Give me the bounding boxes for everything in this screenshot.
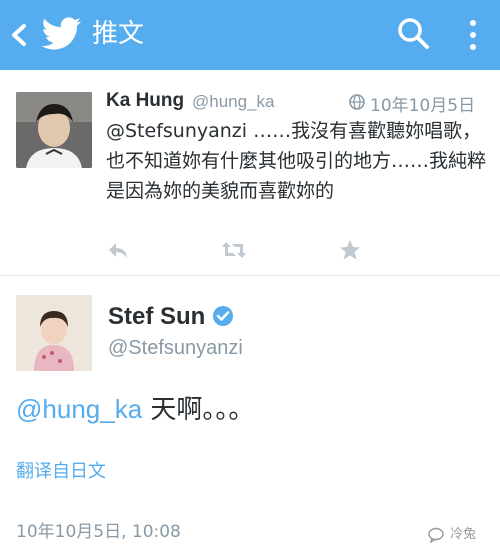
author-handle[interactable]: @hung_ka [192,92,275,112]
app-header: 推文 [0,0,500,70]
tweet-text: @hung_ka 天啊。。。 [16,391,254,428]
translate-link[interactable]: 翻译自日文 [16,457,106,483]
more-vertical-icon[interactable] [460,16,486,54]
twitter-bird-icon [41,16,82,52]
page-title: 推文 [92,19,145,49]
main-tweet: Stef Sun @Stefsunyanzi @hung_ka 天啊。。。 翻译… [0,277,500,556]
watermark-text: 冷兔 [450,527,477,542]
verified-badge-icon [212,305,234,327]
tweet-date: 10年10月5日 [370,96,476,116]
favorite-icon[interactable] [338,238,362,262]
author-name[interactable]: Ka Hung [106,90,184,112]
mention-link[interactable]: @hung_ka [16,394,142,424]
reply-tweet[interactable]: Ka Hung @hung_ka 10年10月5日 @Stefsunyanzi … [0,70,500,276]
globe-icon [349,94,365,110]
tweet-message: 天啊。。。 [142,395,255,425]
avatar[interactable] [16,92,92,168]
author-handle[interactable]: @Stefsunyanzi [108,337,243,360]
reply-icon[interactable] [106,238,130,262]
tweet-timestamp: 10年10月5日, 10:08 [16,522,181,542]
avatar[interactable] [16,295,92,371]
chat-bubble-icon [428,527,446,543]
watermark: 冷兔 [428,523,476,545]
retweet-icon[interactable] [220,238,248,262]
search-icon[interactable] [396,16,432,52]
tweet-text: @Stefsunyanzi ……我沒有喜歡聽妳唱歌，也不知道妳有什麼其他吸引的地… [106,120,487,202]
back-icon[interactable] [6,18,32,52]
author-name[interactable]: Stef Sun [108,303,205,331]
